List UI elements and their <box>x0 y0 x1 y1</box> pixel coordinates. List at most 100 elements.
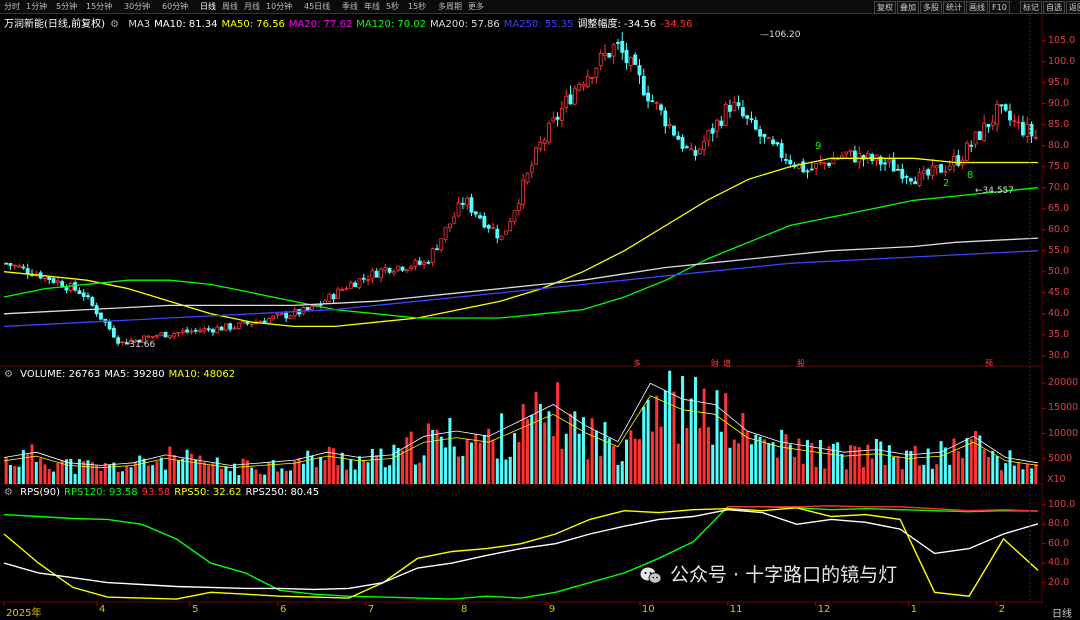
time-tick-label: 9 <box>548 604 556 615</box>
candle-body <box>874 154 879 161</box>
volume-bar <box>698 428 702 484</box>
candle-body <box>4 262 9 265</box>
candle-body <box>818 161 823 164</box>
volume-bar <box>396 448 400 484</box>
candle-body <box>327 293 332 302</box>
volume-bar <box>745 431 749 484</box>
candle-body <box>986 124 991 128</box>
candle-body <box>288 315 293 319</box>
volume-bar <box>926 448 930 484</box>
volume-bar <box>685 428 689 484</box>
candle-body <box>908 178 913 182</box>
candle-body <box>25 268 30 275</box>
event-marker[interactable]: 增 <box>723 358 731 369</box>
volume-bar <box>164 469 168 484</box>
volume-bar <box>491 439 495 484</box>
candle-body <box>943 170 948 173</box>
event-marker[interactable]: 多 <box>633 358 641 369</box>
candle-body <box>590 77 594 79</box>
volume-bar <box>478 442 482 484</box>
price-tick-label: 75.0 <box>1048 160 1070 172</box>
volume-bar <box>913 445 917 484</box>
volume-bar <box>909 450 913 484</box>
volume-bar <box>551 436 555 484</box>
volume-bar <box>534 392 538 484</box>
candle-body <box>335 288 340 299</box>
volume-bar <box>267 462 271 484</box>
candle-body <box>663 110 668 127</box>
candle-body <box>189 330 194 333</box>
volume-bar <box>220 468 224 484</box>
candle-body <box>706 130 711 142</box>
candle-body <box>939 164 943 173</box>
volume-unit-label: X10 <box>1047 474 1066 485</box>
candle-body <box>973 131 978 145</box>
candle-body <box>697 148 702 154</box>
volume-bar <box>650 431 654 484</box>
volume-bar <box>521 404 525 484</box>
candle-body <box>896 168 900 171</box>
volume-bar <box>60 460 64 484</box>
volume-bar <box>39 458 43 484</box>
volume-bar <box>1004 463 1008 484</box>
event-marker[interactable]: 预 <box>985 358 993 369</box>
volume-bar <box>323 459 327 484</box>
candle-body <box>374 270 379 278</box>
rps-tick-label: 60.0 <box>1048 537 1070 549</box>
candle-body <box>426 261 431 264</box>
volume-bar <box>168 446 172 484</box>
candle-body <box>667 124 672 127</box>
candle-body <box>516 203 521 211</box>
candle-body <box>236 322 241 329</box>
candle-body <box>926 169 931 176</box>
volume-bar <box>758 436 762 484</box>
volume-ma-line <box>3 395 1039 469</box>
candle-body <box>572 88 577 105</box>
candle-body <box>1021 122 1025 136</box>
volume-bar <box>401 450 405 484</box>
volume-bar <box>754 434 758 484</box>
volume-bar <box>525 419 529 484</box>
volume-bar <box>362 459 366 484</box>
candle-body <box>775 142 780 145</box>
volume-bar <box>306 450 310 484</box>
price-tick-label: 95.0 <box>1048 76 1070 88</box>
candle-body <box>702 141 707 150</box>
price-tick-label: 30.0 <box>1048 349 1070 361</box>
candle-body <box>676 135 681 140</box>
candle-body <box>883 162 887 165</box>
candle-body <box>51 278 56 283</box>
candle-body <box>710 128 715 134</box>
time-tick-label: 4 <box>99 604 106 615</box>
volume-bar <box>775 457 779 484</box>
volume-bar <box>495 458 499 484</box>
signal-mark-8: 8 <box>967 170 974 181</box>
volume-bar <box>129 467 133 484</box>
candle-body <box>249 323 254 326</box>
candle-body <box>547 122 551 143</box>
event-marker[interactable]: 财 <box>711 358 719 369</box>
volume-bar <box>818 439 822 484</box>
volume-bar <box>762 439 766 484</box>
stock-chart-canvas[interactable] <box>0 0 1080 618</box>
volume-bar <box>922 464 926 484</box>
candle-body <box>848 149 853 153</box>
candle-body <box>439 238 444 251</box>
candle-body <box>267 318 271 324</box>
candle-body <box>473 211 478 215</box>
volume-bar <box>73 473 77 484</box>
volume-bar <box>392 444 396 484</box>
volume-bar <box>784 434 788 484</box>
candle-body <box>607 53 612 58</box>
volume-bar <box>706 427 710 484</box>
volume-bar <box>1008 450 1012 484</box>
event-marker[interactable]: 股 <box>797 358 805 369</box>
candle-body <box>732 102 737 111</box>
candle-body <box>232 327 237 330</box>
volume-bar <box>86 460 90 484</box>
candle-body <box>310 305 314 310</box>
candle-body <box>611 44 616 57</box>
candle-body <box>215 326 220 334</box>
time-tick-label: 12 <box>817 604 831 615</box>
volume-bar <box>112 462 116 484</box>
